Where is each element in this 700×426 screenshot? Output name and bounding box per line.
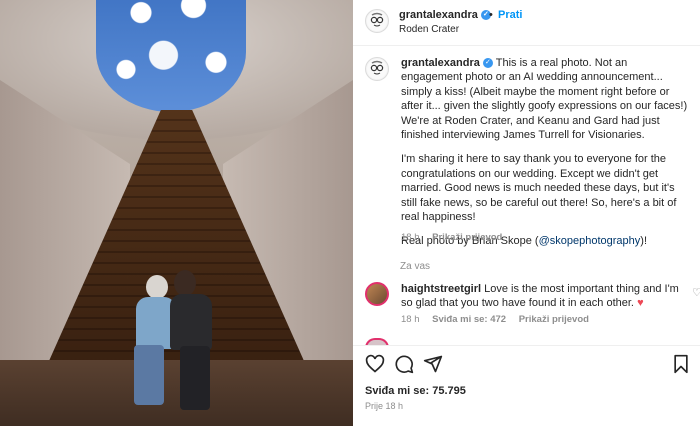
caption-paragraph-2: I'm sharing it here to say thank you to … (401, 153, 677, 224)
caption-paragraph-1: This is a real photo. Not an engagement … (401, 57, 688, 142)
commenter-avatar[interactable] (365, 282, 389, 306)
post-timestamp[interactable]: Prije 18 h (365, 401, 403, 411)
heart-emoji-icon: ♥ (637, 297, 644, 310)
comment-icon[interactable] (394, 354, 414, 374)
caption-time[interactable]: 18 h (401, 232, 420, 243)
caption-avatar[interactable] (365, 57, 389, 81)
photo-person-right (168, 270, 214, 410)
comment-item: haightstreetgirl Love is the most import… (401, 282, 683, 311)
caption-translate-link[interactable]: Prikaži prijevod (432, 232, 502, 243)
author-username-text[interactable]: grantalexandra (399, 9, 478, 21)
share-icon[interactable] (423, 354, 443, 374)
caption-meta: 18 h Prikaži prijevod (401, 232, 512, 243)
post-header: grantalexandra ✓ • Prati Roden Crater (353, 0, 700, 46)
verified-badge-icon: ✓ (482, 58, 493, 69)
photographer-mention-link[interactable]: @skopephotography (539, 235, 641, 247)
post-photo[interactable] (0, 0, 353, 426)
comment-like-icon[interactable]: ♡ (692, 286, 700, 299)
comment-meta: 18 h Sviđa mi se: 472 Prikaži prijevod (401, 314, 599, 325)
caption-text: grantalexandra ✓ This is a real photo. No… (401, 56, 691, 259)
follow-button[interactable]: Prati (498, 9, 522, 21)
caption-credit-suffix: )! (640, 235, 648, 248)
bookmark-icon[interactable] (671, 354, 691, 374)
avatar-face-icon (367, 11, 387, 31)
commenter-username[interactable]: haightstreetgirl (401, 283, 481, 295)
comment-translate-link[interactable]: Prikaži prijevod (519, 314, 589, 325)
post-location[interactable]: Roden Crater (399, 24, 459, 35)
comment-likes[interactable]: Sviđa mi se: 472 (432, 314, 506, 325)
heart-icon[interactable] (365, 354, 385, 374)
avatar-face-icon (367, 59, 387, 79)
comment-time[interactable]: 18 h (401, 314, 420, 325)
post-side-panel: grantalexandra ✓ • Prati Roden Crater gra… (353, 0, 700, 426)
header-separator: • (489, 9, 493, 21)
caption-username[interactable]: grantalexandra (401, 57, 480, 69)
author-avatar[interactable] (365, 9, 389, 33)
post-likes-count[interactable]: Sviđa mi se: 75.795 (365, 385, 466, 397)
author-username[interactable]: grantalexandra ✓ (399, 9, 491, 21)
post-actions: Sviđa mi se: 75.795 Prije 18 h (353, 345, 700, 426)
for-you-label: Za vas (400, 261, 431, 272)
